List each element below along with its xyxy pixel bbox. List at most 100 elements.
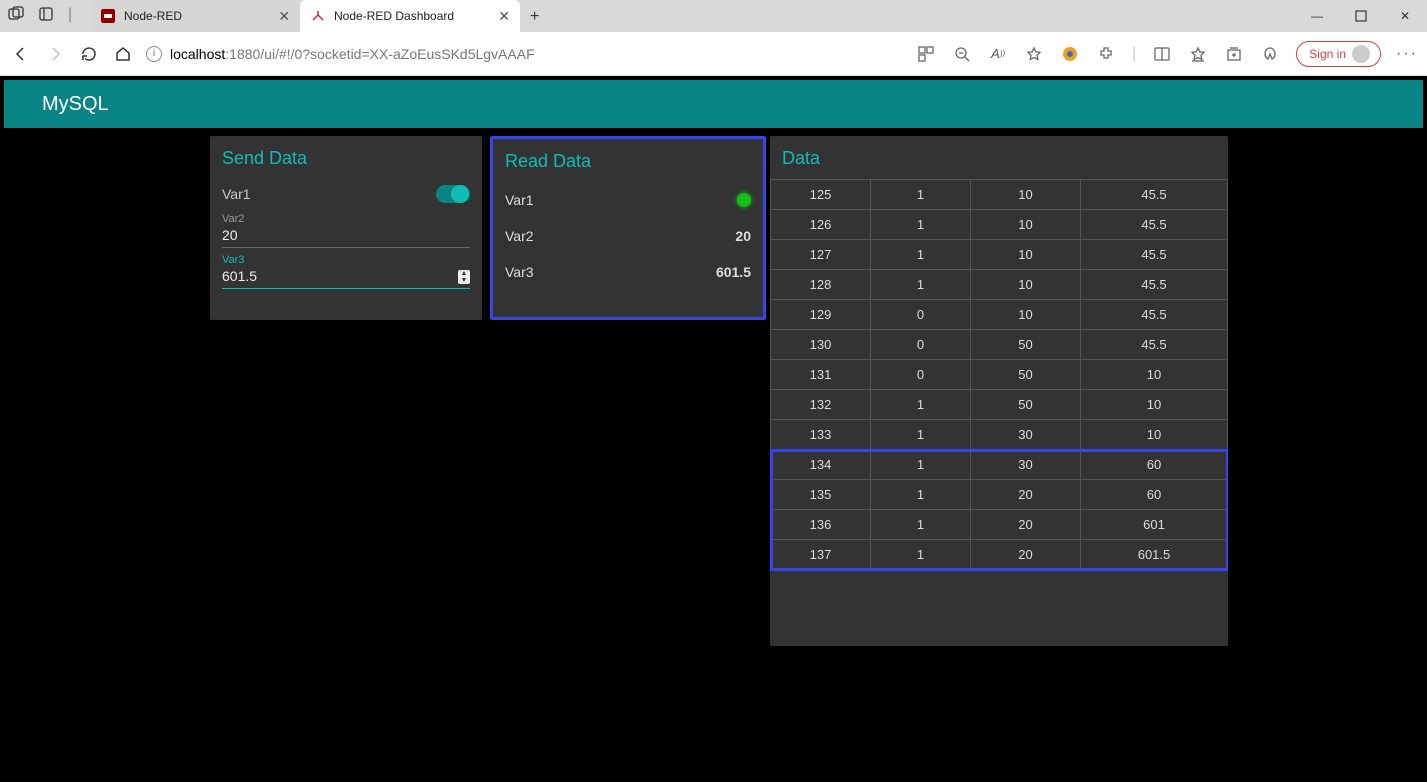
table-cell: 1	[871, 540, 971, 570]
dashboard-header: MySQL	[4, 80, 1423, 128]
table-row: 136120601	[771, 510, 1228, 540]
workspaces-icon[interactable]	[8, 6, 24, 24]
table-cell: 50	[971, 330, 1081, 360]
zoom-icon[interactable]	[952, 44, 972, 64]
table-cell: 131	[771, 360, 871, 390]
page-title: MySQL	[42, 93, 109, 116]
var1-toggle[interactable]	[436, 185, 470, 203]
table-row: 12511045.5	[771, 180, 1228, 210]
table-row: 13313010	[771, 420, 1228, 450]
extensions-icon[interactable]	[1096, 44, 1116, 64]
table-row: 13512060	[771, 480, 1228, 510]
table-cell: 1	[871, 480, 971, 510]
url-host: localhost	[170, 46, 225, 62]
table-row: 13413060	[771, 450, 1228, 480]
read-var2-value: 20	[735, 228, 751, 244]
table-row: 12811045.5	[771, 270, 1228, 300]
table-cell: 1	[871, 450, 971, 480]
collections-icon[interactable]	[1224, 44, 1244, 64]
card-title: Send Data	[210, 136, 482, 179]
table-cell: 125	[771, 180, 871, 210]
card-title: Data	[770, 136, 1228, 179]
data-table: 12511045.512611045.512711045.512811045.5…	[770, 179, 1228, 570]
home-button[interactable]	[112, 43, 134, 65]
read-var3-label: Var3	[505, 264, 534, 280]
var2-input[interactable]	[222, 225, 470, 248]
url-input[interactable]: i localhost:1880/ui/#!/0?socketid=XX-aZo…	[146, 46, 866, 62]
performance-icon[interactable]	[1260, 44, 1280, 64]
read-var3-value: 601.5	[716, 264, 751, 280]
url-path: :1880/ui/#!/0?socketid=XX-aZoEusSKd5LgvA…	[225, 46, 534, 62]
data-table-scroll[interactable]: 12511045.512611045.512711045.512811045.5…	[770, 179, 1228, 646]
table-cell: 30	[971, 420, 1081, 450]
table-cell: 135	[771, 480, 871, 510]
table-cell: 1	[871, 210, 971, 240]
sign-in-button[interactable]: Sign in	[1296, 41, 1381, 67]
tab-actions-icon[interactable]	[38, 6, 54, 24]
app-icon[interactable]	[916, 44, 936, 64]
table-cell: 10	[1081, 360, 1228, 390]
table-cell: 0	[871, 360, 971, 390]
table-cell: 10	[971, 180, 1081, 210]
table-cell: 1	[871, 240, 971, 270]
back-button[interactable]	[10, 43, 32, 65]
read-data-card: Read Data Var1 Var2 20 Var3 601.5	[490, 136, 766, 320]
maximize-button[interactable]	[1339, 0, 1383, 32]
table-cell: 130	[771, 330, 871, 360]
read-var2-label: Var2	[505, 228, 534, 244]
table-row: 13005045.5	[771, 330, 1228, 360]
node-red-favicon-icon	[100, 8, 116, 24]
dashboard-container: MySQL Send Data Var1 Var2 Var3 ▲▼	[0, 76, 1427, 782]
table-row: 12711045.5	[771, 240, 1228, 270]
refresh-button[interactable]	[78, 43, 100, 65]
table-cell: 132	[771, 390, 871, 420]
table-cell: 1	[871, 510, 971, 540]
table-cell: 0	[871, 330, 971, 360]
card-title: Read Data	[493, 139, 763, 182]
sidebar-icon[interactable]	[1152, 44, 1172, 64]
table-cell: 50	[971, 390, 1081, 420]
window-controls: — ✕	[1295, 0, 1427, 32]
extension-color-icon[interactable]	[1060, 44, 1080, 64]
read-aloud-icon[interactable]: A))	[988, 44, 1008, 64]
table-cell: 133	[771, 420, 871, 450]
table-cell: 1	[871, 270, 971, 300]
tab-node-red[interactable]: Node-RED ✕	[90, 0, 300, 32]
var3-stepper[interactable]: ▲▼	[458, 270, 470, 284]
data-card: Data 12511045.512611045.512711045.512811…	[770, 136, 1228, 646]
new-tab-button[interactable]: +	[520, 2, 549, 32]
table-cell: 1	[871, 180, 971, 210]
close-icon[interactable]: ✕	[498, 8, 510, 25]
table-cell: 128	[771, 270, 871, 300]
table-cell: 129	[771, 300, 871, 330]
table-cell: 10	[1081, 390, 1228, 420]
sign-in-label: Sign in	[1309, 47, 1346, 61]
table-cell: 60	[1081, 480, 1228, 510]
tab-node-red-dashboard[interactable]: Node-RED Dashboard ✕	[300, 0, 520, 32]
table-cell: 20	[971, 510, 1081, 540]
favorites-bar-icon[interactable]	[1188, 44, 1208, 64]
table-row: 12901045.5	[771, 300, 1228, 330]
close-icon[interactable]: ✕	[278, 8, 290, 25]
table-cell: 10	[971, 210, 1081, 240]
table-cell: 1	[871, 420, 971, 450]
table-cell: 126	[771, 210, 871, 240]
table-cell: 30	[971, 450, 1081, 480]
read-var1-label: Var1	[505, 192, 534, 208]
table-cell: 127	[771, 240, 871, 270]
table-cell: 0	[871, 300, 971, 330]
table-cell: 10	[971, 300, 1081, 330]
more-icon[interactable]: ···	[1397, 44, 1417, 64]
table-cell: 45.5	[1081, 180, 1228, 210]
dashboard-favicon-icon	[310, 8, 326, 24]
favorite-icon[interactable]	[1024, 44, 1044, 64]
table-row: 12611045.5	[771, 210, 1228, 240]
site-info-icon[interactable]: i	[146, 46, 162, 62]
table-cell: 601.5	[1081, 540, 1228, 570]
var3-input[interactable]	[222, 266, 458, 288]
minimize-button[interactable]: —	[1295, 0, 1339, 32]
avatar-icon	[1352, 45, 1370, 63]
address-bar: i localhost:1880/ui/#!/0?socketid=XX-aZo…	[0, 32, 1427, 76]
close-window-button[interactable]: ✕	[1383, 0, 1427, 32]
table-cell: 134	[771, 450, 871, 480]
